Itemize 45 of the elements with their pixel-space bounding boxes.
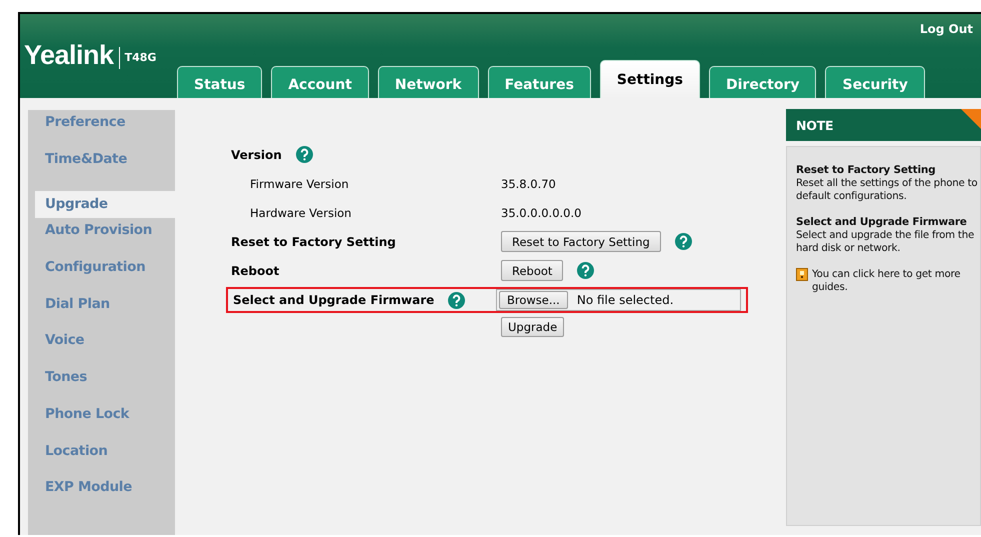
note-heading: Select and Upgrade Firmware	[796, 216, 968, 229]
note-title: NOTE	[796, 118, 834, 132]
guide-link[interactable]: You can click here to get more guides.	[812, 268, 978, 294]
sidebar-item[interactable]: Dial Plan	[28, 296, 175, 332]
help-icon[interactable]	[674, 233, 692, 250]
nav-tab[interactable]: Security	[825, 66, 925, 98]
nav-tab[interactable]: Network	[378, 66, 479, 98]
field-value: 35.8.0.70	[501, 176, 556, 190]
nav-tab[interactable]: Features	[488, 66, 591, 98]
logout-link[interactable]: Log Out	[920, 22, 973, 36]
file-status: No file selected.	[576, 293, 674, 307]
sidebar-item[interactable]: Location	[28, 442, 175, 480]
brand-logo: Yealink	[24, 40, 114, 71]
sidebar-item[interactable]: Phone Lock	[28, 406, 175, 442]
nav-tab[interactable]: Account	[271, 66, 369, 98]
field-label: Hardware Version	[249, 206, 352, 220]
action-button[interactable]: Reset to Factory Setting	[501, 231, 661, 252]
field-value: 35.0.0.0.0.0.0	[501, 206, 582, 220]
help-icon[interactable]	[296, 146, 313, 163]
nav-tab[interactable]: Status	[177, 66, 262, 98]
setting-label: Reset to Factory Setting	[231, 234, 397, 248]
upgrade-button[interactable]: Upgrade	[501, 317, 564, 337]
sidebar-item[interactable]: Time&Date	[28, 150, 175, 188]
browse-button[interactable]: Browse...	[499, 291, 568, 309]
help-icon[interactable]	[448, 292, 466, 308]
sidebar-item[interactable]: Configuration	[28, 259, 175, 296]
sidebar-item[interactable]: EXP Module	[28, 479, 175, 516]
help-icon[interactable]	[577, 262, 594, 279]
sidebar-item[interactable]: Tones	[28, 369, 175, 406]
sidebar-item[interactable]: Auto Provision	[28, 222, 175, 260]
book-icon	[796, 268, 808, 281]
sidebar-item[interactable]: Preference	[28, 114, 175, 151]
action-button[interactable]: Reboot	[501, 260, 564, 281]
section-heading: Version	[231, 148, 282, 162]
setting-label: Reboot	[231, 264, 280, 278]
model-name: T48G	[118, 46, 156, 68]
sidebar-item[interactable]: Voice	[28, 332, 175, 370]
field-label: Firmware Version	[249, 176, 350, 190]
nav-tab[interactable]: Settings	[600, 60, 700, 98]
nav-tab[interactable]: Directory	[709, 66, 816, 98]
note-text: Select and upgrade the file from the hard disk or network.	[796, 229, 976, 255]
note-heading: Reset to Factory Setting	[796, 164, 936, 177]
setting-label: Select and Upgrade Firmware	[233, 293, 434, 307]
note-text: Reset all the settings of the phone to default configurations.	[796, 177, 978, 203]
corner-triangle-icon	[961, 109, 981, 129]
